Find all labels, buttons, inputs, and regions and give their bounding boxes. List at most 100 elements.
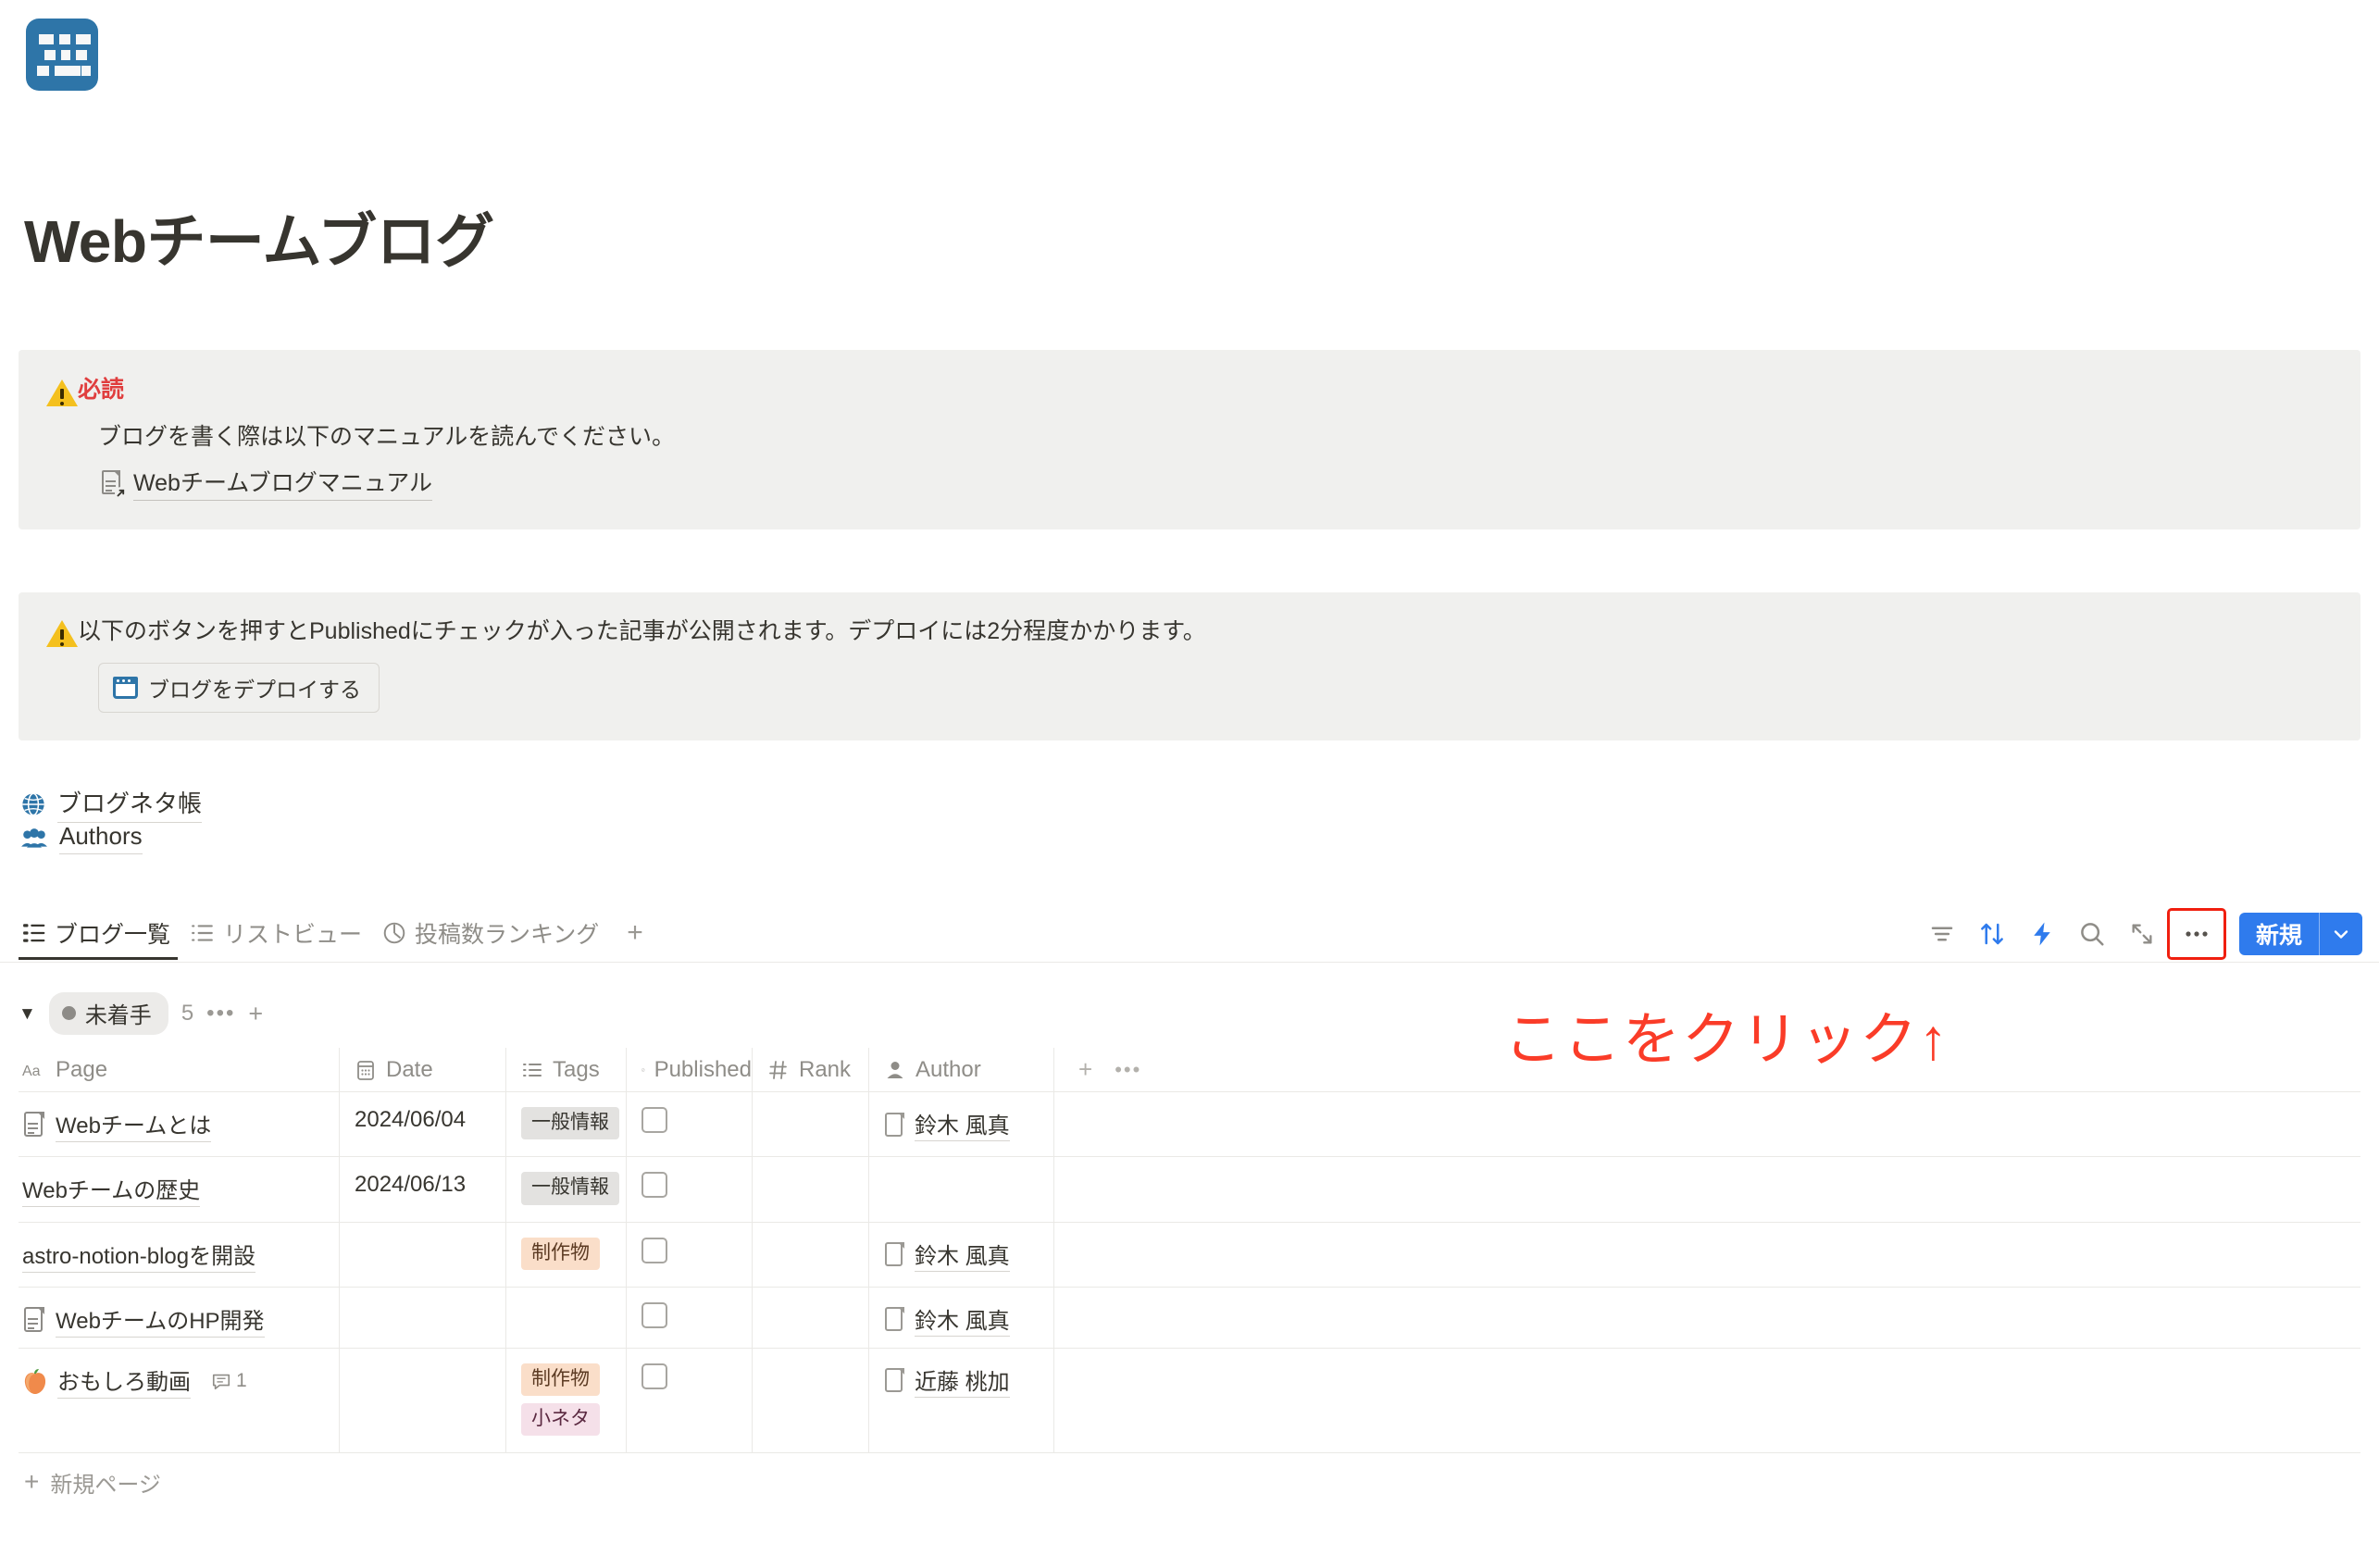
link-authors[interactable]: Authors: [20, 822, 143, 854]
text-aa-icon: Aa: [22, 1060, 46, 1080]
page-icon[interactable]: [26, 19, 98, 91]
cell-published[interactable]: [627, 1288, 753, 1348]
cell-page[interactable]: WebチームのHP開発: [19, 1288, 340, 1348]
chart-icon: [382, 921, 406, 945]
published-checkbox[interactable]: [641, 1107, 667, 1133]
cell-tags[interactable]: [506, 1288, 627, 1348]
cell-published[interactable]: [627, 1092, 753, 1156]
cell-tail: [1054, 1349, 2360, 1453]
tab-blog-list[interactable]: ブログ一覧: [19, 906, 187, 960]
comment-icon: [211, 1371, 231, 1391]
cell-rank[interactable]: [753, 1223, 869, 1287]
search-button[interactable]: [2067, 911, 2117, 957]
table-row[interactable]: おもしろ動画 1 制作物小ネタ 近藤 桃加: [19, 1349, 2360, 1454]
published-checkbox[interactable]: [641, 1238, 667, 1263]
table-row[interactable]: Webチームとは 2024/06/04 一般情報 鈴木 風真: [19, 1092, 2360, 1157]
column-header-published[interactable]: Published: [627, 1048, 753, 1092]
cell-page[interactable]: Webチームの歴史: [19, 1157, 340, 1221]
column-more-button[interactable]: •••: [1115, 1058, 1141, 1082]
add-view-button[interactable]: +: [616, 919, 654, 947]
cell-rank[interactable]: [753, 1092, 869, 1156]
cell-tags[interactable]: 一般情報: [506, 1092, 627, 1156]
cell-rank[interactable]: [753, 1349, 869, 1453]
comment-count[interactable]: 1: [211, 1370, 247, 1392]
column-header-tags[interactable]: Tags: [506, 1048, 627, 1092]
page-link[interactable]: WebチームのHP開発: [56, 1302, 265, 1338]
author-link[interactable]: 鈴木 風真: [915, 1238, 1010, 1272]
cell-published[interactable]: [627, 1223, 753, 1287]
group-add-button[interactable]: +: [248, 1002, 263, 1027]
cell-date[interactable]: [340, 1288, 506, 1348]
author-link[interactable]: 鈴木 風真: [915, 1107, 1010, 1141]
more-options-button[interactable]: [2167, 908, 2226, 960]
hash-icon: [767, 1059, 790, 1081]
tab-list-view[interactable]: リストビュー: [187, 906, 379, 960]
group-status-pill[interactable]: 未着手: [49, 992, 168, 1035]
table-row[interactable]: WebチームのHP開発 鈴木 風真: [19, 1288, 2360, 1349]
author-link[interactable]: 近藤 桃加: [915, 1363, 1010, 1398]
notion-page: Webチームブログ 必読 ブログを書く際は以下のマニュアルを読んでください。: [0, 0, 2379, 1568]
ellipsis-icon: [2183, 928, 2211, 940]
svg-text:Aa: Aa: [22, 1064, 41, 1079]
column-header-page[interactable]: Aa Page: [19, 1048, 340, 1092]
page-title: Webチームブログ: [24, 209, 494, 274]
cell-rank[interactable]: [753, 1157, 869, 1221]
tag-chip[interactable]: 小ネタ: [521, 1403, 600, 1436]
cell-tail: [1054, 1288, 2360, 1348]
new-record-button[interactable]: 新規: [2239, 913, 2362, 955]
cell-page[interactable]: おもしろ動画 1: [19, 1349, 340, 1453]
add-column-button[interactable]: +: [1058, 1055, 1105, 1084]
column-header-date[interactable]: Date: [340, 1048, 506, 1092]
cell-author[interactable]: 近藤 桃加: [869, 1349, 1054, 1453]
deploy-blog-button[interactable]: ブログをデプロイする: [98, 663, 380, 713]
cell-date[interactable]: 2024/06/04: [340, 1092, 506, 1156]
column-header-author[interactable]: Author: [869, 1048, 1054, 1092]
tag-chip[interactable]: 一般情報: [521, 1107, 619, 1139]
expand-button[interactable]: [2117, 911, 2167, 957]
table-header-row: Aa Page Date: [19, 1048, 2360, 1092]
cell-published[interactable]: [627, 1349, 753, 1453]
cell-page[interactable]: Webチームとは: [19, 1092, 340, 1156]
link-blog-idea-book[interactable]: ブログネタ帳: [20, 785, 202, 823]
column-header-rank[interactable]: Rank: [753, 1048, 869, 1092]
page-link[interactable]: Webチームとは: [56, 1107, 211, 1142]
cell-author[interactable]: 鈴木 風真: [869, 1223, 1054, 1287]
published-checkbox[interactable]: [641, 1363, 667, 1389]
sort-button[interactable]: [1967, 911, 2017, 957]
new-page-row[interactable]: + 新規ページ: [19, 1453, 2360, 1511]
new-button-dropdown[interactable]: [2320, 913, 2362, 955]
automation-button[interactable]: [2017, 911, 2067, 957]
filter-button[interactable]: [1917, 911, 1967, 957]
cell-date[interactable]: [340, 1223, 506, 1287]
tag-chip[interactable]: 制作物: [521, 1363, 600, 1396]
cell-rank[interactable]: [753, 1288, 869, 1348]
cell-page[interactable]: astro-notion-blogを開設: [19, 1223, 340, 1287]
cell-tail: [1054, 1223, 2360, 1287]
published-checkbox[interactable]: [641, 1172, 667, 1198]
tab-post-ranking[interactable]: 投稿数ランキング: [379, 906, 616, 960]
group-more-button[interactable]: •••: [206, 1001, 235, 1027]
cell-date[interactable]: 2024/06/13: [340, 1157, 506, 1221]
table-row[interactable]: astro-notion-blogを開設 制作物 鈴木 風真: [19, 1223, 2360, 1288]
page-link[interactable]: Webチームの歴史: [22, 1172, 200, 1207]
tag-chip[interactable]: 一般情報: [521, 1172, 619, 1204]
tab-label: ブログ一覧: [55, 916, 170, 950]
page-link[interactable]: astro-notion-blogを開設: [22, 1238, 255, 1273]
cell-author[interactable]: 鈴木 風真: [869, 1092, 1054, 1156]
page-link[interactable]: おもしろ動画: [57, 1363, 191, 1399]
cell-published[interactable]: [627, 1157, 753, 1221]
author-link[interactable]: 鈴木 風真: [915, 1302, 1010, 1337]
cell-date[interactable]: [340, 1349, 506, 1453]
cell-author[interactable]: [869, 1157, 1054, 1221]
cell-tags[interactable]: 一般情報: [506, 1157, 627, 1221]
table-row[interactable]: Webチームの歴史 2024/06/13 一般情報: [19, 1157, 2360, 1222]
manual-link[interactable]: Webチームブログマニュアル: [98, 465, 2333, 501]
tag-chip[interactable]: 制作物: [521, 1238, 600, 1270]
chevron-down-icon: [2330, 923, 2352, 945]
group-collapse-toggle[interactable]: ▼: [19, 1005, 36, 1023]
cell-tags[interactable]: 制作物: [506, 1223, 627, 1287]
table-icon: [22, 921, 46, 945]
published-checkbox[interactable]: [641, 1302, 667, 1328]
cell-tags[interactable]: 制作物小ネタ: [506, 1349, 627, 1453]
cell-author[interactable]: 鈴木 風真: [869, 1288, 1054, 1348]
